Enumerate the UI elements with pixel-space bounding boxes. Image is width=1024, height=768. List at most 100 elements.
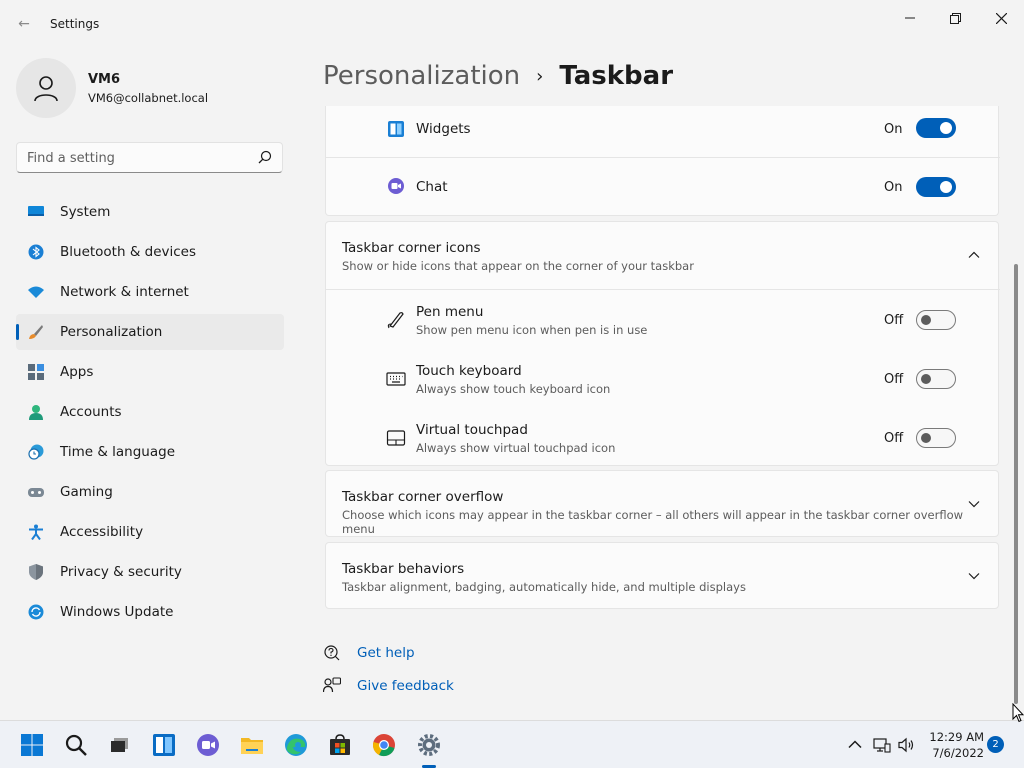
sidebar-item-accessibility[interactable]: Accessibility (16, 514, 284, 550)
sidebar-item-label: Network & internet (60, 284, 189, 300)
sidebar-item-time-language[interactable]: Time & language (16, 434, 284, 470)
virtual-touchpad-label: Virtual touchpad (416, 422, 528, 438)
corner-icons-header[interactable]: Taskbar corner icons Show or hide icons … (326, 222, 1000, 289)
give-feedback-text[interactable]: Give feedback (357, 678, 454, 694)
sidebar-item-accounts[interactable]: Accounts (16, 394, 284, 430)
corner-overflow-card[interactable]: Taskbar corner overflow Choose which ico… (325, 470, 999, 537)
store-icon[interactable] (328, 733, 352, 757)
touch-keyboard-toggle[interactable] (916, 369, 956, 389)
scrollbar-thumb[interactable] (1014, 264, 1018, 704)
network-icon[interactable] (873, 736, 891, 754)
search-icon[interactable] (258, 150, 272, 164)
accessibility-icon (29, 524, 43, 540)
sidebar-item-label: System (60, 204, 111, 220)
feedback-icon (323, 677, 341, 693)
sidebar-item-label: Windows Update (60, 604, 174, 620)
task-view-icon[interactable] (108, 733, 132, 757)
section-subtitle: Show or hide icons that appear on the co… (342, 259, 694, 273)
sidebar-item-gaming[interactable]: Gaming (16, 474, 284, 510)
help-icon (324, 645, 340, 661)
pen-menu-toggle[interactable] (916, 310, 956, 330)
virtual-touchpad-description: Always show virtual touchpad icon (416, 441, 616, 455)
sidebar-item-label: Accounts (60, 404, 122, 420)
chat-row: Chat On (326, 158, 1000, 215)
virtual-touchpad-state: Off (884, 431, 904, 446)
shield-icon (29, 564, 43, 580)
touch-keyboard-label: Touch keyboard (416, 363, 522, 379)
sidebar-item-network[interactable]: Network & internet (16, 274, 284, 310)
clock[interactable]: 12:29 AM 7/6/2022 (928, 729, 984, 761)
clock-globe-icon (28, 444, 44, 460)
chat-toggle[interactable] (916, 177, 956, 197)
chat-icon (388, 178, 404, 194)
touch-keyboard-state: Off (884, 372, 904, 387)
search-icon[interactable] (64, 733, 88, 757)
close-icon (995, 12, 1007, 24)
section-subtitle: Choose which icons may appear in the tas… (342, 508, 964, 536)
sidebar-item-bluetooth[interactable]: Bluetooth & devices (16, 234, 284, 270)
clock-date: 7/6/2022 (932, 746, 984, 760)
sidebar-item-label: Gaming (60, 484, 113, 500)
windows-taskbar: 12:29 AM 7/6/2022 (0, 720, 1024, 768)
touch-keyboard-row: Touch keyboard Always show touch keyboar… (326, 349, 1000, 408)
breadcrumb-parent[interactable]: Personalization (323, 61, 520, 91)
chevron-up-icon[interactable] (846, 736, 864, 754)
chat-state: On (884, 180, 903, 195)
chat-taskbar-icon[interactable] (196, 733, 220, 757)
section-subtitle: Taskbar alignment, badging, automaticall… (342, 580, 746, 594)
give-feedback-link[interactable]: Give feedback (323, 676, 454, 696)
system-icon (28, 206, 44, 216)
chevron-down-icon[interactable] (968, 570, 980, 582)
apps-icon (28, 364, 44, 380)
page-title: Taskbar (559, 61, 674, 91)
pen-menu-row: Pen menu Show pen menu icon when pen is … (326, 290, 1000, 349)
file-explorer-icon[interactable] (240, 733, 264, 757)
behaviors-card[interactable]: Taskbar behaviors Taskbar alignment, bad… (325, 542, 999, 609)
user-profile[interactable]: VM6 VM6@collabnet.local (16, 58, 276, 118)
restore-button[interactable] (932, 6, 978, 30)
settings-gear-icon[interactable] (417, 733, 441, 757)
sidebar-item-system[interactable]: System (16, 194, 284, 230)
volume-icon[interactable] (898, 736, 916, 754)
get-help-text[interactable]: Get help (357, 645, 415, 661)
chevron-down-icon[interactable] (968, 498, 980, 510)
search-input[interactable] (27, 149, 247, 167)
update-icon (28, 604, 44, 620)
taskbar-items-card: Widgets On Chat On (325, 106, 1000, 216)
edge-browser-icon[interactable] (284, 733, 308, 757)
person-icon (34, 76, 58, 102)
touchpad-icon (386, 430, 406, 446)
corner-icons-card: Taskbar corner icons Show or hide icons … (325, 221, 1000, 466)
chat-label: Chat (416, 179, 448, 195)
close-button[interactable] (978, 6, 1024, 30)
virtual-touchpad-toggle[interactable] (916, 428, 956, 448)
start-icon[interactable] (20, 733, 44, 757)
section-title: Taskbar corner overflow (342, 489, 504, 505)
widgets-state: On (884, 122, 903, 137)
minimize-button[interactable] (887, 6, 933, 30)
sidebar-item-privacy[interactable]: Privacy & security (16, 554, 284, 590)
widgets-taskbar-icon[interactable] (152, 733, 176, 757)
sidebar-item-personalization[interactable]: Personalization (16, 314, 284, 350)
sidebar-item-label: Bluetooth & devices (60, 244, 197, 260)
brush-icon (29, 325, 43, 339)
get-help-link[interactable]: Get help (323, 643, 415, 663)
pen-menu-label: Pen menu (416, 304, 484, 320)
widgets-row: Widgets On (326, 106, 1000, 157)
sidebar-item-apps[interactable]: Apps (16, 354, 284, 390)
accounts-icon (29, 405, 43, 420)
wifi-icon (28, 286, 44, 298)
pen-menu-description: Show pen menu icon when pen is in use (416, 323, 648, 337)
chrome-icon[interactable] (372, 733, 396, 757)
clock-time: 12:29 AM (929, 730, 984, 744)
section-title: Taskbar behaviors (342, 561, 465, 577)
sidebar-item-label: Privacy & security (60, 564, 182, 580)
widgets-toggle[interactable] (916, 118, 956, 138)
minimize-icon (905, 17, 915, 19)
title-bar: ← Settings (0, 0, 1024, 48)
back-button[interactable]: ← (14, 14, 34, 34)
notification-badge[interactable]: 2 (987, 736, 1004, 753)
chevron-up-icon[interactable] (968, 249, 980, 261)
search-box[interactable] (16, 142, 283, 173)
sidebar-item-windows-update[interactable]: Windows Update (16, 594, 284, 630)
